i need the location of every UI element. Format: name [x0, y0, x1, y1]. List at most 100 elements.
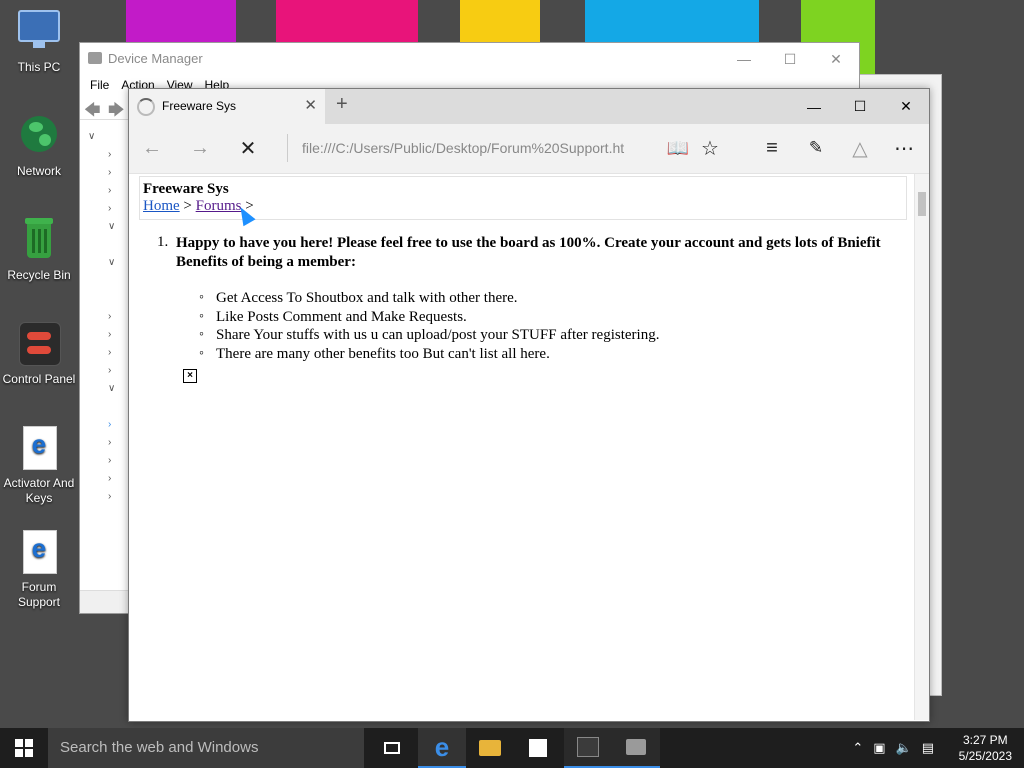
browser-tab[interactable]: Freeware Sys ✕	[129, 89, 325, 124]
tree-chevron-icon[interactable]: ›	[108, 167, 111, 178]
control-panel-icon	[577, 737, 599, 757]
action-center-icon[interactable]: ▤	[922, 740, 934, 756]
tree-chevron-icon[interactable]: ›	[108, 473, 111, 484]
clock-date: 5/25/2023	[958, 749, 1012, 763]
tree-chevron-icon[interactable]: ›	[108, 491, 111, 502]
device-manager-icon	[88, 52, 102, 64]
site-title: Freeware Sys	[143, 181, 229, 197]
tree-chevron-icon[interactable]: ›	[108, 329, 111, 340]
forward-button[interactable]: →	[185, 134, 215, 162]
edge-icon: e	[434, 731, 450, 762]
breadcrumb-separator: >	[183, 198, 192, 214]
tree-chevron-icon[interactable]: ›	[108, 365, 111, 376]
taskbar-device-manager-button[interactable]	[612, 728, 660, 768]
desktop-icon-network[interactable]: Network	[0, 112, 78, 179]
list-item: Like Posts Comment and Make Requests.	[199, 308, 659, 327]
desktop-icon-label: Recycle Bin	[7, 268, 71, 282]
tree-chevron-icon[interactable]: ›	[108, 203, 111, 214]
task-view-icon	[384, 742, 400, 754]
page-content: Freeware Sys Home > Forums > 1. Happy to…	[129, 174, 915, 720]
close-button[interactable]: ✕	[883, 89, 929, 124]
forward-arrow-icon[interactable]: 🡆	[108, 99, 125, 126]
clock[interactable]: 3:27 PM 5/25/2023	[959, 732, 1012, 764]
tab-close-icon[interactable]: ✕	[304, 96, 317, 114]
start-button[interactable]	[0, 728, 48, 768]
desktop-icon-forum-support[interactable]: e Forum Support	[0, 528, 78, 610]
taskbar-control-panel-button[interactable]	[564, 728, 612, 768]
tab-title: Freeware Sys	[162, 99, 237, 113]
taskbar-file-explorer-button[interactable]	[466, 728, 514, 768]
device-manager-titlebar[interactable]: Device Manager — ☐ ✕	[80, 43, 859, 75]
windows-logo-icon	[15, 739, 33, 757]
tree-expand-icon[interactable]: ∨	[88, 131, 95, 142]
computer-icon	[15, 8, 63, 56]
stop-loading-button[interactable]: ✕	[233, 134, 263, 162]
close-button[interactable]: ✕	[813, 43, 859, 75]
share-icon[interactable]: △	[845, 134, 875, 162]
edge-file-icon: e	[15, 528, 63, 576]
taskbar-store-button[interactable]	[514, 728, 562, 768]
desktop-icon-label: Activator And Keys	[3, 476, 75, 505]
maximize-button[interactable]: ☐	[767, 43, 813, 75]
new-tab-button[interactable]: +	[336, 93, 348, 116]
desktop-icon-label: Control Panel	[2, 372, 76, 386]
address-bar[interactable]: file:///C:/Users/Public/Desktop/Forum%20…	[287, 134, 672, 162]
tree-expand-icon[interactable]: ∨	[108, 383, 115, 394]
more-options-icon[interactable]: ⋯	[889, 134, 919, 162]
vertical-scrollbar[interactable]	[914, 174, 929, 720]
scrollbar-thumb[interactable]	[918, 192, 926, 216]
clock-time: 3:27 PM	[962, 733, 1008, 747]
tree-chevron-icon[interactable]: ›	[108, 185, 111, 196]
show-hidden-icons-chevron-icon[interactable]: ⌃	[852, 740, 863, 756]
desktop-icon-this-pc[interactable]: This PC	[0, 8, 78, 75]
taskbar-search-box[interactable]: Search the web and Windows	[48, 728, 364, 768]
post-number: 1.	[157, 234, 169, 250]
recycle-bin-icon	[15, 216, 63, 264]
control-panel-icon	[15, 320, 63, 368]
tree-expand-icon[interactable]: ∨	[108, 257, 115, 268]
back-button[interactable]: ←	[137, 134, 167, 162]
reading-view-icon[interactable]: 📖	[663, 134, 693, 162]
broken-image-icon: ×	[183, 369, 197, 383]
volume-muted-icon[interactable]: 🔈	[896, 740, 912, 756]
tree-chevron-icon[interactable]: ›	[108, 311, 111, 322]
device-manager-title: Device Manager	[108, 51, 203, 66]
desktop-icon-recycle-bin[interactable]: Recycle Bin	[0, 216, 78, 283]
system-tray: ⌃ ▣ 🔈 ▤	[852, 728, 934, 768]
browser-navbar: ← → ✕ file:///C:/Users/Public/Desktop/Fo…	[129, 124, 929, 174]
desktop-icon-label: Forum Support	[17, 580, 61, 609]
task-view-button[interactable]	[368, 728, 416, 768]
taskbar: Search the web and Windows e ⌃ ▣ 🔈 ▤ 3:2…	[0, 728, 1024, 768]
list-item: There are many other benefits too But ca…	[199, 345, 659, 364]
list-item: Get Access To Shoutbox and talk with oth…	[199, 289, 659, 308]
browser-tabstrip: Freeware Sys ✕ + — ☐ ✕	[129, 89, 929, 124]
post-headline: Happy to have you here! Please feel free…	[176, 235, 881, 270]
taskbar-edge-button[interactable]: e	[418, 728, 466, 768]
site-header: Freeware Sys Home > Forums >	[139, 176, 907, 220]
breadcrumb-home-link[interactable]: Home	[143, 198, 180, 214]
globe-icon	[15, 112, 63, 160]
menu-file[interactable]: File	[88, 75, 119, 95]
loading-spinner-icon	[137, 98, 155, 116]
network-icon[interactable]: ▣	[873, 740, 885, 756]
minimize-button[interactable]: —	[791, 89, 837, 124]
favorite-star-icon[interactable]: ☆	[695, 134, 725, 162]
list-item: Share Your stuffs with us u can upload/p…	[199, 326, 659, 345]
tree-chevron-icon[interactable]: ›	[108, 419, 111, 430]
maximize-button[interactable]: ☐	[837, 89, 883, 124]
tree-chevron-icon[interactable]: ›	[108, 437, 111, 448]
tree-chevron-icon[interactable]: ›	[108, 455, 111, 466]
minimize-button[interactable]: —	[721, 43, 767, 75]
desktop-icon-label: Network	[16, 164, 61, 178]
edge-file-icon: e	[15, 424, 63, 472]
tree-chevron-icon[interactable]: ›	[108, 149, 111, 160]
web-note-icon[interactable]: ✎	[801, 134, 831, 162]
tree-expand-icon[interactable]: ∨	[108, 221, 115, 232]
desktop-icon-activator-and-keys[interactable]: e Activator And Keys	[0, 424, 78, 506]
tree-chevron-icon[interactable]: ›	[108, 347, 111, 358]
desktop-icon-control-panel[interactable]: Control Panel	[0, 320, 78, 387]
hub-icon[interactable]: ≡	[757, 134, 787, 162]
browser-window[interactable]: Freeware Sys ✕ + — ☐ ✕ ← → ✕ file:///C:/…	[128, 88, 930, 722]
back-arrow-icon[interactable]: 🡄	[84, 99, 101, 126]
device-manager-icon	[626, 739, 646, 755]
